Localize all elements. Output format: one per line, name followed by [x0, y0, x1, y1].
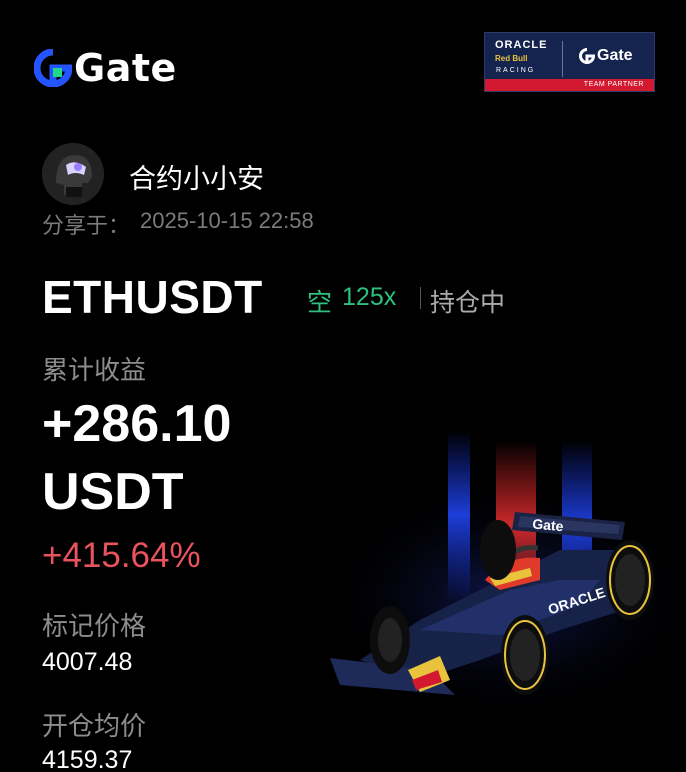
gate-logo-text: Gate: [74, 46, 177, 90]
leverage-label: 125x: [342, 283, 397, 311]
pnl-currency: USDT: [42, 463, 184, 521]
pnl-label: 累计收益: [42, 355, 147, 385]
racing-text: RACING: [496, 67, 536, 74]
side-label: 空: [307, 289, 333, 317]
gate-logo: Gate: [34, 46, 177, 90]
redbull-text: Red Bull: [495, 54, 528, 63]
badge-divider: [562, 41, 563, 77]
entry-price-label: 开仓均价: [42, 711, 147, 741]
team-partner-tag: TEAM PARTNER: [485, 79, 654, 91]
avatar: [42, 143, 104, 205]
share-info: 分享于： 2025-10-15 22:58: [42, 208, 314, 240]
pnl-amount: +286.10: [42, 395, 232, 453]
team-partner-badge: ORACLE Red Bull RACING Gate TEAM PARTNER: [484, 32, 655, 92]
badge-gate-logo: Gate: [579, 47, 633, 65]
entry-price-value: 4159.37: [42, 746, 133, 772]
gate-mini-icon: [579, 48, 595, 64]
badge-gate-text: Gate: [597, 47, 633, 64]
share-label: 分享于：: [42, 213, 131, 238]
mark-price-label: 标记价格: [42, 611, 147, 641]
oracle-text: ORACLE: [495, 39, 548, 51]
gate-logo-icon: [34, 49, 72, 87]
position-direction: 空 125x: [307, 283, 396, 319]
username: 合约小小安: [129, 164, 264, 194]
trading-pair: ETHUSDT: [42, 271, 263, 323]
status-divider: [420, 287, 421, 309]
avatar-helmet-icon: [42, 143, 104, 205]
share-time: 2025-10-15 22:58: [140, 208, 314, 233]
svg-text:Gate: Gate: [532, 516, 565, 535]
mark-price-value: 4007.48: [42, 648, 133, 676]
position-status: 持仓中: [430, 289, 506, 317]
roi-percent: +415.64%: [42, 536, 201, 575]
f1-car-illustration: Gate ORACLE: [320, 430, 686, 720]
